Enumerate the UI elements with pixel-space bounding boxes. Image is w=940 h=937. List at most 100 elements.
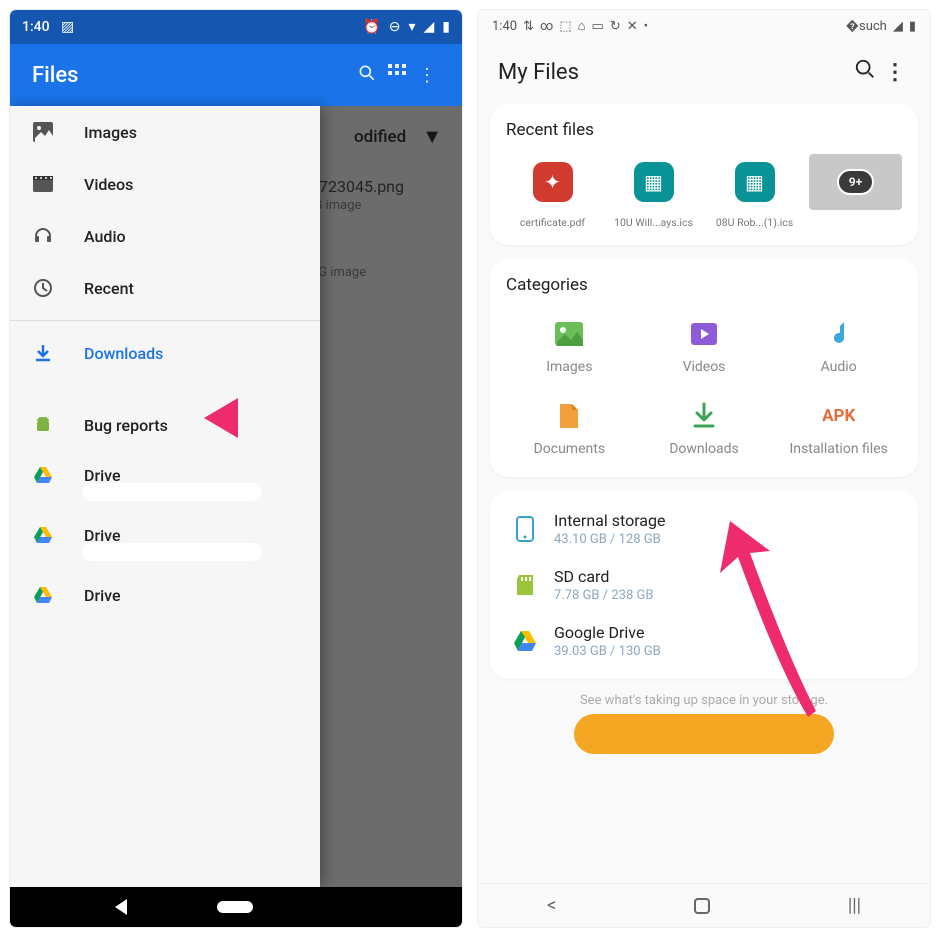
storage-size: 7.78 GB / 238 GB <box>554 588 653 603</box>
status-icon: ✕ <box>627 19 638 34</box>
storage-card: Internal storage 43.10 GB / 128 GB SD ca… <box>490 491 918 679</box>
categories-card: Categories Images Videos Audio Documents… <box>490 259 918 477</box>
download-icon <box>32 343 54 363</box>
recent-file-item[interactable]: ✦ certificate.pdf <box>506 154 599 229</box>
category-label: Images <box>506 359 633 375</box>
recent-file-item[interactable]: ▦ 10U Will...ays.ics <box>607 154 700 229</box>
status-bar: 1:40 ⇅ ∞ ⬚ ⌂ ▭ ↻ ✕ • �such ◢ ▮ <box>478 10 930 42</box>
calendar-icon: ▦ <box>634 162 674 202</box>
category-audio[interactable]: Audio <box>775 317 902 375</box>
drawer-item-label: Downloads <box>84 344 163 363</box>
google-drive-icon <box>32 587 54 603</box>
drawer-item-label: Recent <box>84 279 134 298</box>
phone-icon <box>512 516 538 542</box>
drawer-item-drive[interactable]: Drive <box>10 571 320 619</box>
storage-sdcard[interactable]: SD card 7.78 GB / 238 GB <box>506 557 902 613</box>
drawer-item-label: Drive <box>84 586 121 605</box>
search-icon[interactable] <box>850 58 880 86</box>
wifi-icon: ▾ <box>408 19 415 35</box>
annotation-arrow-downloads <box>708 507 828 727</box>
document-icon <box>506 399 633 433</box>
calendar-icon: ▦ <box>735 162 775 202</box>
category-label: Installation files <box>775 441 902 457</box>
drawer-item-label: Audio <box>84 227 126 246</box>
drawer-item-label: Drive <box>84 526 121 545</box>
storage-internal[interactable]: Internal storage 43.10 GB / 128 GB <box>506 501 902 557</box>
more-badge: 9+ <box>837 169 874 195</box>
battery-icon: ▮ <box>442 19 450 35</box>
category-documents[interactable]: Documents <box>506 399 633 457</box>
storage-hint: See what's taking up space in your stora… <box>478 693 930 708</box>
google-drive-icon <box>32 467 54 483</box>
signal-icon: ◢ <box>424 19 435 35</box>
more-icon[interactable]: ⋮ <box>880 60 910 85</box>
alarm-icon: ⏰ <box>363 19 380 35</box>
categories-header: Categories <box>506 275 902 295</box>
status-icon: ⬚ <box>559 19 571 34</box>
nav-recent-icon[interactable]: ||| <box>848 895 861 916</box>
drawer-item-downloads[interactable]: Downloads <box>10 327 320 379</box>
wifi-icon: �such <box>846 19 887 34</box>
drawer-item-label: Drive <box>84 466 121 485</box>
drawer-item-label: Bug reports <box>84 416 168 435</box>
drawer-item-label: Videos <box>84 175 133 194</box>
status-time: 1:40 <box>22 19 50 35</box>
more-icon[interactable]: ⋮ <box>412 65 442 86</box>
image-icon <box>506 317 633 351</box>
status-icon: • <box>644 19 648 34</box>
video-icon <box>641 317 768 351</box>
grid-view-icon[interactable] <box>382 64 412 87</box>
storage-name: SD card <box>554 567 653 586</box>
drawer-item-recent[interactable]: Recent <box>10 262 320 314</box>
battery-icon: ▮ <box>909 19 916 34</box>
category-videos[interactable]: Videos <box>641 317 768 375</box>
storage-name: Google Drive <box>554 623 661 642</box>
google-drive-icon <box>32 527 54 543</box>
category-images[interactable]: Images <box>506 317 633 375</box>
audio-icon <box>775 317 902 351</box>
drawer-item-images[interactable]: Images <box>10 106 320 158</box>
storage-size: 39.03 GB / 130 GB <box>554 644 661 659</box>
download-icon <box>641 399 768 433</box>
category-label: Videos <box>641 359 768 375</box>
storage-gdrive[interactable]: Google Drive 39.03 GB / 130 GB <box>506 613 902 669</box>
search-icon[interactable] <box>352 63 382 88</box>
title-bar: My Files ⋮ <box>478 42 930 104</box>
google-drive-icon <box>512 628 538 654</box>
drawer-item-drive[interactable]: Drive <box>10 511 320 559</box>
nav-home-icon[interactable] <box>694 898 710 914</box>
phone-left-files-app: 1:40 ▨ ⏰ ⊖ ▾ ◢ ▮ Files ⋮ odified ▼ d7230… <box>10 10 462 927</box>
status-icon: ⇅ <box>523 19 534 34</box>
pdf-icon: ✦ <box>533 162 573 202</box>
status-time: 1:40 <box>492 19 517 34</box>
android-icon <box>32 415 54 435</box>
app-bar: Files ⋮ <box>10 44 462 106</box>
audio-icon <box>32 226 54 246</box>
recent-more-button[interactable]: 9+ <box>809 154 902 229</box>
recent-icon <box>32 278 54 298</box>
drawer-item-audio[interactable]: Audio <box>10 210 320 262</box>
navigation-drawer: Images Videos Audio Recent Downloads Bug… <box>10 106 320 887</box>
sdcard-icon <box>512 572 538 598</box>
recent-files-header: Recent files <box>506 120 902 140</box>
status-icon: ▭ <box>592 19 604 34</box>
status-icon: ∞ <box>540 19 553 34</box>
drawer-item-drive[interactable]: Drive <box>10 451 320 499</box>
image-icon <box>32 122 54 142</box>
nav-home-icon[interactable] <box>217 901 253 913</box>
divider <box>10 320 320 321</box>
category-installation[interactable]: APK Installation files <box>775 399 902 457</box>
nav-back-icon[interactable]: < <box>547 895 556 916</box>
recent-file-label: 08U Rob...(1).ics <box>708 216 801 229</box>
apk-icon: APK <box>775 399 902 433</box>
nav-back-icon[interactable] <box>115 899 127 915</box>
category-downloads[interactable]: Downloads <box>641 399 768 457</box>
drawer-item-label: Images <box>84 123 137 142</box>
recent-file-item[interactable]: ▦ 08U Rob...(1).ics <box>708 154 801 229</box>
phone-right-myfiles: 1:40 ⇅ ∞ ⬚ ⌂ ▭ ↻ ✕ • �such ◢ ▮ My Files … <box>478 10 930 927</box>
status-icon: ⌂ <box>578 18 586 34</box>
app-title: Files <box>32 63 78 88</box>
drawer-item-videos[interactable]: Videos <box>10 158 320 210</box>
system-nav-bar: < ||| <box>478 883 930 927</box>
video-icon <box>32 176 54 192</box>
